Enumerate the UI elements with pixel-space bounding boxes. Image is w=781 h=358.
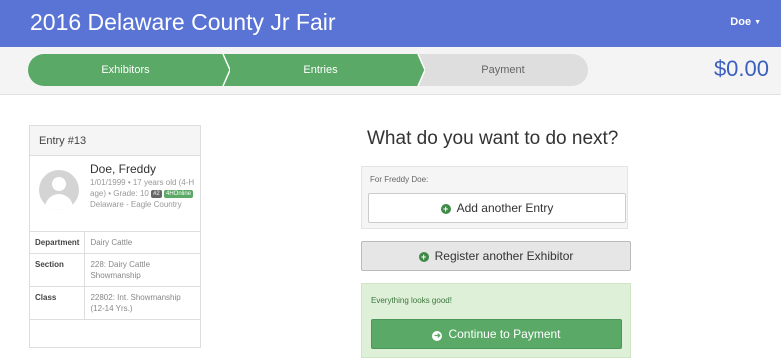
add-entry-label: Add another Entry: [456, 201, 554, 215]
continue-to-payment-button[interactable]: ➜ Continue to Payment: [371, 319, 622, 349]
user-menu[interactable]: Doe ▼: [730, 16, 761, 28]
caret-down-icon: ▼: [754, 19, 761, 26]
step-arrow-icon: [411, 54, 425, 86]
for-exhibitor-label: For Freddy Doe:: [370, 175, 429, 184]
table-row: Class 22802: Int. Showmanship (12-14 Yrs…: [30, 286, 200, 320]
plus-circle-icon: +: [440, 204, 451, 214]
entry-heading: Entry #13: [30, 126, 200, 156]
continue-label: Continue to Payment: [448, 327, 561, 341]
user-name: Doe: [730, 16, 752, 28]
step-payment[interactable]: Payment: [418, 54, 588, 86]
row-value: 228: Dairy Cattle Showmanship: [84, 253, 200, 287]
fair-title: 2016 Delaware County Jr Fair: [30, 9, 336, 35]
exhibitor-location: Delaware - Eagle Country: [90, 200, 182, 209]
row-key: Class: [30, 286, 86, 320]
entry-card: Entry #13 Doe, Freddy 1/01/1999 • 17 yea…: [29, 125, 201, 348]
entry-details-table: Department Dairy Cattle Section 228: Dai…: [30, 232, 200, 320]
row-value: 22802: Int. Showmanship (12-14 Yrs.): [84, 286, 200, 320]
step-entries[interactable]: Entries: [223, 54, 418, 86]
checkout-panel: Everything looks good! ➜ Continue to Paym…: [361, 283, 631, 358]
cart-total: $0.00: [713, 56, 769, 81]
row-value: Dairy Cattle: [84, 232, 200, 254]
status-message: Everything looks good!: [371, 296, 452, 305]
row-key: Section: [30, 253, 86, 287]
register-exhibitor-label: Register another Exhibitor: [434, 249, 574, 263]
table-row: Section 228: Dairy Cattle Showmanship: [30, 253, 200, 287]
add-entry-button[interactable]: + Add another Entry: [368, 193, 626, 223]
program-badge: 4HOnline: [164, 190, 194, 198]
progress-bar: Exhibitors Entries Payment $0.00: [0, 47, 781, 95]
arrow-circle-right-icon: ➜: [432, 331, 443, 341]
step-arrow-icon: [216, 54, 230, 86]
exhibitor-number-badge: #2: [151, 190, 162, 198]
exhibitor-summary: Doe, Freddy 1/01/1999 • 17 years old (4-…: [30, 156, 200, 232]
step-exhibitors[interactable]: Exhibitors: [28, 54, 223, 86]
table-row: Department Dairy Cattle: [30, 232, 200, 254]
avatar: [39, 170, 79, 210]
checkout-steps: Exhibitors Entries Payment: [28, 54, 588, 86]
exhibitor-details: 1/01/1999 • 17 years old (4-H age) • Gra…: [90, 177, 198, 210]
top-navbar: 2016 Delaware County Jr Fair Doe ▼: [0, 0, 781, 47]
row-key: Department: [30, 232, 86, 254]
register-exhibitor-button[interactable]: + Register another Exhibitor: [361, 241, 631, 271]
next-step-heading: What do you want to do next?: [367, 128, 619, 149]
exhibitor-name: Doe, Freddy: [90, 162, 157, 176]
exhibitor-actions-panel: For Freddy Doe: + Add another Entry: [361, 166, 628, 229]
plus-circle-icon: +: [418, 252, 429, 262]
